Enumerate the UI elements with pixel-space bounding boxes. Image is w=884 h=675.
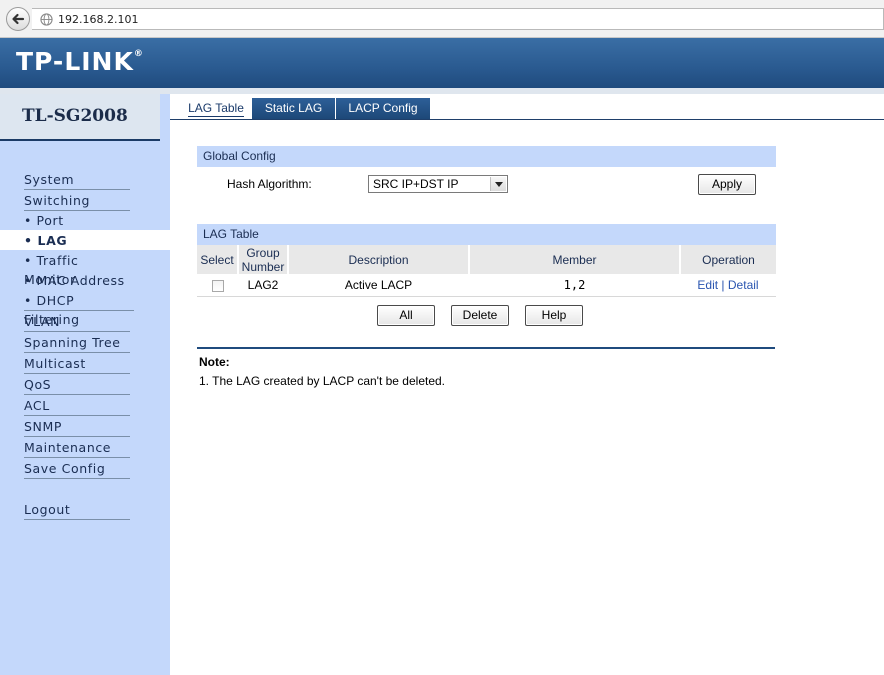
back-button[interactable] (6, 7, 30, 31)
sidebar-item-switching[interactable]: Switching (24, 191, 130, 211)
sidebar-item-traffic-monitor[interactable]: • Traffic Monitor (24, 251, 130, 287)
sidebar-item-lag[interactable]: • LAG (24, 231, 130, 251)
column-header-group-number: Group Number (238, 245, 289, 274)
model-name: TL-SG2008 (22, 106, 128, 126)
back-arrow-icon (12, 13, 25, 25)
tab-lag-table[interactable]: LAG Table (178, 98, 254, 119)
note-divider (197, 347, 775, 349)
tab-static-lag[interactable]: Static LAG (252, 98, 335, 119)
delete-button[interactable]: Delete (451, 305, 509, 326)
note-text: 1. The LAG created by LACP can't be dele… (199, 374, 446, 388)
sidebar-item-logout[interactable]: Logout (24, 500, 130, 520)
browser-toolbar: 192.168.2.101 (0, 0, 884, 38)
sidebar-item-dhcp-filtering[interactable]: • DHCP Filtering (24, 291, 134, 327)
sidebar-item-acl[interactable]: ACL (24, 396, 130, 416)
brand-header: TP-LINK® (0, 38, 884, 88)
sidebar-item-spanning-tree[interactable]: Spanning Tree (24, 333, 130, 353)
registered-mark: ® (133, 49, 144, 59)
tp-link-logo: TP-LINK® (16, 47, 144, 76)
sidebar-item-snmp[interactable]: SNMP (24, 417, 130, 437)
column-header-select: Select (197, 245, 239, 274)
hash-algorithm-select[interactable]: SRC IP+DST IP (368, 175, 508, 193)
model-box: TL-SG2008 (0, 94, 160, 141)
edit-link[interactable]: Edit (697, 278, 718, 292)
group-cell: LAG2 (238, 274, 288, 297)
operation-cell: Edit | Detail (680, 274, 776, 297)
table-row: LAG2 Active LACP 1,2 Edit | Detail (197, 274, 776, 297)
select-all-button[interactable]: All (377, 305, 435, 326)
select-cell (197, 274, 238, 297)
chevron-down-icon[interactable] (490, 177, 506, 191)
globe-icon (40, 13, 53, 26)
sidebar: TL-SG2008 System Switching • Port • LAG … (0, 94, 170, 675)
sidebar-item-system[interactable]: System (24, 170, 130, 190)
table-header-row: Select Group Number Description Member O… (197, 245, 776, 274)
sidebar-item-vlan[interactable]: VLAN (24, 312, 130, 332)
column-header-member: Member (469, 245, 681, 274)
hash-algorithm-label: Hash Algorithm: (227, 177, 312, 191)
global-config-title: Global Config (197, 146, 776, 167)
column-header-operation: Operation (680, 245, 776, 274)
apply-button[interactable]: Apply (698, 174, 756, 195)
sidebar-item-qos[interactable]: QoS (24, 375, 130, 395)
sidebar-item-mac-address[interactable]: • MAC Address (24, 271, 130, 291)
row-select-checkbox[interactable] (211, 279, 224, 292)
address-bar[interactable]: 192.168.2.101 (32, 8, 884, 30)
column-header-description: Description (288, 245, 470, 274)
tab-bar: LAG Table Static LAG LACP Config (170, 98, 884, 120)
lag-table-title: LAG Table (197, 224, 776, 245)
lag-table: Select Group Number Description Member O… (197, 245, 776, 297)
member-cell: 1,2 (469, 274, 680, 297)
sidebar-item-maintenance[interactable]: Maintenance (24, 438, 130, 458)
tab-lacp-config[interactable]: LACP Config (336, 98, 430, 119)
tab-label: LAG Table (188, 101, 244, 117)
description-cell: Active LACP (288, 274, 469, 297)
logo-text: TP-LINK (16, 47, 134, 76)
sidebar-item-port[interactable]: • Port (24, 211, 130, 231)
detail-link[interactable]: Detail (728, 278, 759, 292)
sidebar-item-save-config[interactable]: Save Config (24, 459, 130, 479)
sidebar-item-multicast[interactable]: Multicast (24, 354, 130, 374)
hash-algorithm-value: SRC IP+DST IP (373, 177, 459, 191)
link-separator: | (718, 277, 728, 292)
url-text[interactable]: 192.168.2.101 (58, 13, 138, 26)
note-title: Note: (199, 355, 230, 369)
help-button[interactable]: Help (525, 305, 583, 326)
